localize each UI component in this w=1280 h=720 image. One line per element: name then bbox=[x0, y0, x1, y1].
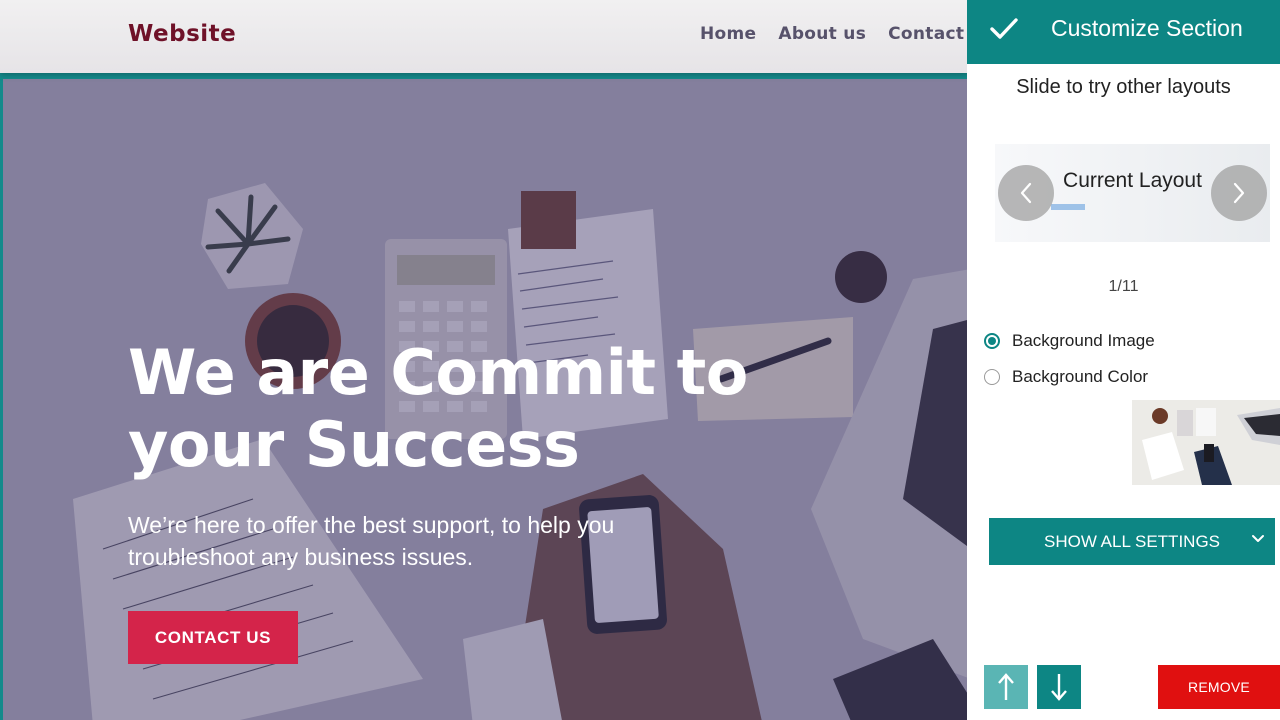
background-color-label: Background Color bbox=[1012, 367, 1149, 386]
background-image-thumbnail[interactable] bbox=[1132, 400, 1280, 485]
chevron-down-icon bbox=[1252, 535, 1264, 542]
next-layout-button[interactable] bbox=[1211, 165, 1267, 221]
hero-title: We are Commit to your Success bbox=[128, 336, 748, 481]
background-color-radio[interactable] bbox=[984, 369, 1000, 385]
customize-panel: Customize Section Slide to try other lay… bbox=[967, 0, 1280, 720]
nav-item-home[interactable]: Home bbox=[700, 24, 756, 44]
background-image-option[interactable]: Background Image bbox=[984, 331, 1155, 351]
show-all-settings-button[interactable]: SHOW ALL SETTINGS bbox=[989, 518, 1275, 565]
background-color-option[interactable]: Background Color bbox=[984, 367, 1148, 387]
background-image-radio[interactable] bbox=[984, 333, 1000, 349]
remove-section-button[interactable]: REMOVE bbox=[1158, 665, 1280, 709]
layout-slider[interactable]: Current Layout bbox=[995, 144, 1270, 242]
nav-item-about[interactable]: About us bbox=[778, 24, 866, 44]
site-nav: Home About us Contact bbox=[700, 24, 964, 44]
chevron-right-icon bbox=[1233, 182, 1245, 204]
move-section-down-button[interactable] bbox=[1037, 665, 1081, 709]
move-section-up-button[interactable] bbox=[984, 665, 1028, 709]
hero-subtitle: We’re here to offer the best support, to… bbox=[128, 512, 615, 570]
check-icon[interactable] bbox=[989, 16, 1019, 42]
layout-counter: 1/11 bbox=[1108, 278, 1139, 295]
previous-layout-button[interactable] bbox=[998, 165, 1054, 221]
show-all-settings-label: SHOW ALL SETTINGS bbox=[1043, 531, 1221, 551]
contact-us-button[interactable]: CONTACT US bbox=[128, 611, 298, 664]
panel-title: Customize Section bbox=[1051, 15, 1243, 41]
chevron-left-icon bbox=[1020, 182, 1032, 204]
background-image-label: Background Image bbox=[1012, 331, 1155, 350]
layout-hint: Slide to try other layouts bbox=[1016, 76, 1231, 98]
nav-item-contact[interactable]: Contact bbox=[888, 24, 964, 44]
arrow-up-icon bbox=[998, 673, 1014, 700]
arrow-down-icon bbox=[1051, 674, 1067, 701]
panel-header: Customize Section bbox=[967, 0, 1280, 64]
site-header: Website Home About us Contact bbox=[0, 0, 968, 73]
hero-section[interactable]: We are Commit to your Success We’re here… bbox=[0, 73, 968, 720]
site-logo[interactable]: Website bbox=[128, 21, 236, 47]
